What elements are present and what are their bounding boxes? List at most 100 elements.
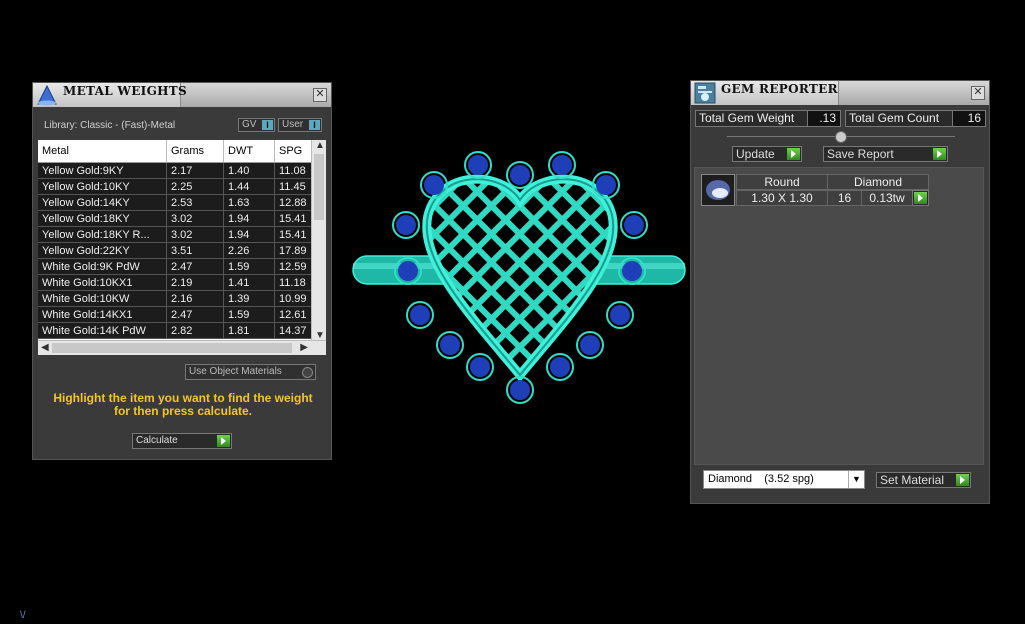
table-cell: Yellow Gold:18KY R... <box>38 226 167 243</box>
table-cell: 2.47 <box>166 306 224 323</box>
table-row[interactable]: White Gold:10KX1 2.19 1.41 11.18 <box>38 274 324 291</box>
total-gem-weight-value: .13 <box>807 111 840 126</box>
table-cell: 1.40 <box>223 162 275 179</box>
scroll-right-icon[interactable]: ▶ <box>300 342 308 353</box>
table-cell: Yellow Gold:10KY <box>38 178 167 195</box>
table-cell: 1.94 <box>223 210 275 227</box>
total-gem-weight-field: Total Gem Weight .13 <box>695 110 841 127</box>
table-row[interactable]: White Gold:14K PdW 2.82 1.81 14.37 <box>38 322 324 339</box>
scroll-up-icon[interactable]: ▲ <box>315 140 325 151</box>
gem-stone <box>580 335 600 355</box>
corner-glyph: \/ <box>20 610 26 621</box>
table-row[interactable]: White Gold:10KW 2.16 1.39 10.99 <box>38 290 324 307</box>
table-cell: 2.47 <box>166 258 224 275</box>
table-cell: White Gold:14KX1 <box>38 306 167 323</box>
table-cell: Yellow Gold:22KY <box>38 242 167 259</box>
table-cell: Yellow Gold:18KY <box>38 210 167 227</box>
table-cell: 2.25 <box>166 178 224 195</box>
table-cell: 2.26 <box>223 242 275 259</box>
metal-table-grid: Metal Grams DWT SPG Yellow Gold:9KY 2.17 1.40… <box>38 140 324 339</box>
table-cell: 1.44 <box>223 178 275 195</box>
horizontal-scrollbar[interactable]: ◀ ▶ <box>38 340 326 355</box>
table-cell: 2.17 <box>166 162 224 179</box>
total-gem-count-value: 16 <box>952 111 985 126</box>
metal-weights-title: METAL WEIGHTS <box>63 84 187 98</box>
table-cell: Yellow Gold:14KY <box>38 194 167 211</box>
table-cell: 1.81 <box>223 322 275 339</box>
gem-stone <box>510 165 530 185</box>
close-icon[interactable]: ✕ <box>971 86 985 100</box>
gv-toggle[interactable]: GV I <box>238 118 275 132</box>
gem-stone <box>410 305 430 325</box>
round-gem-icon <box>706 180 730 200</box>
toggle-i-icon: I <box>262 120 273 130</box>
gem-stone <box>470 357 490 377</box>
close-icon[interactable]: ✕ <box>313 88 327 102</box>
table-cell: White Gold:14K PdW <box>38 322 167 339</box>
gem-stone <box>468 155 488 175</box>
column-header[interactable]: Grams <box>166 140 224 163</box>
table-row[interactable]: Yellow Gold:10KY 2.25 1.44 11.45 <box>38 178 324 195</box>
weight-hint-text: Highlight the item you want to find the … <box>53 391 313 418</box>
gem-stone <box>440 335 460 355</box>
chevron-down-icon[interactable]: ▼ <box>848 471 864 488</box>
table-cell: Yellow Gold:9KY <box>38 162 167 179</box>
divider-slider-knob[interactable] <box>835 131 847 143</box>
play-icon <box>914 192 927 204</box>
column-header[interactable]: Metal <box>38 140 167 163</box>
play-icon <box>933 148 946 160</box>
metal-weights-panel: METAL WEIGHTS ✕ Library: Classic - (Fast… <box>32 82 332 460</box>
table-cell: White Gold:10KX1 <box>38 274 167 291</box>
calculate-button[interactable]: Calculate <box>132 433 232 449</box>
radio-icon <box>302 367 313 378</box>
vertical-scrollbar[interactable]: ▲ ▼ <box>311 140 326 341</box>
gem-material: Diamond <box>827 174 929 190</box>
table-row[interactable]: White Gold:14KX1 2.47 1.59 12.61 <box>38 306 324 323</box>
table-row[interactable]: White Gold:9K PdW 2.47 1.59 12.59 <box>38 258 324 275</box>
total-gem-count-field: Total Gem Count 16 <box>845 110 986 127</box>
table-cell: White Gold:9K PdW <box>38 258 167 275</box>
table-cell: 2.19 <box>166 274 224 291</box>
scroll-left-icon[interactable]: ◀ <box>41 342 49 353</box>
gem-stone <box>550 357 570 377</box>
table-row[interactable]: Yellow Gold:14KY 2.53 1.63 12.88 <box>38 194 324 211</box>
update-button[interactable]: Update <box>732 146 802 162</box>
gem-weight: 0.13tw <box>861 190 913 206</box>
table-cell: 1.39 <box>223 290 275 307</box>
gem-stone <box>424 175 444 195</box>
scroll-thumb[interactable] <box>314 154 324 220</box>
table-row[interactable]: Yellow Gold:18KY 3.02 1.94 15.41 <box>38 210 324 227</box>
table-row[interactable]: Yellow Gold:22KY 3.51 2.26 17.89 <box>38 242 324 259</box>
gem-stone <box>622 261 642 281</box>
gem-count: 16 <box>827 190 862 206</box>
table-cell: 2.16 <box>166 290 224 307</box>
play-icon <box>217 435 230 447</box>
gem-stone <box>624 215 644 235</box>
metal-table[interactable]: Metal Grams DWT SPG Yellow Gold:9KY 2.17 1.40… <box>38 140 326 355</box>
gem-stone <box>398 261 418 281</box>
table-cell: 3.51 <box>166 242 224 259</box>
column-header[interactable]: DWT <box>223 140 275 163</box>
gem-reporter-titlebar[interactable]: GEM REPORTER ✕ <box>691 81 989 105</box>
user-toggle[interactable]: User I <box>278 118 322 132</box>
use-object-materials-toggle[interactable]: Use Object Materials <box>185 364 316 380</box>
gem-go-button[interactable] <box>912 190 929 206</box>
gem-thumbnail <box>701 174 735 206</box>
metal-weights-titlebar[interactable]: METAL WEIGHTS ✕ <box>33 83 331 107</box>
gem-row[interactable]: Round Diamond 1.30 X 1.30 16 0.13tw <box>701 174 963 206</box>
scroll-thumb[interactable] <box>52 343 292 353</box>
table-row[interactable]: Yellow Gold:18KY R... 3.02 1.94 15.41 <box>38 226 324 243</box>
material-select[interactable]: Diamond (3.52 spg) ▼ <box>703 470 865 489</box>
save-report-button[interactable]: Save Report <box>823 146 948 162</box>
table-row[interactable]: Yellow Gold:9KY 2.17 1.40 11.08 <box>38 162 324 179</box>
table-cell: 1.59 <box>223 258 275 275</box>
gem-shape: Round <box>736 174 828 190</box>
toggle-i-icon: I <box>309 120 320 130</box>
table-cell: 2.53 <box>166 194 224 211</box>
gem-reporter-panel: GEM REPORTER ✕ Total Gem Weight .13 Tota… <box>690 80 990 504</box>
gem-list[interactable]: Round Diamond 1.30 X 1.30 16 0.13tw <box>694 167 984 465</box>
ring-viewport[interactable] <box>350 145 690 415</box>
table-cell: 3.02 <box>166 226 224 243</box>
gem-report-icon <box>694 82 716 104</box>
set-material-button[interactable]: Set Material <box>876 472 971 488</box>
